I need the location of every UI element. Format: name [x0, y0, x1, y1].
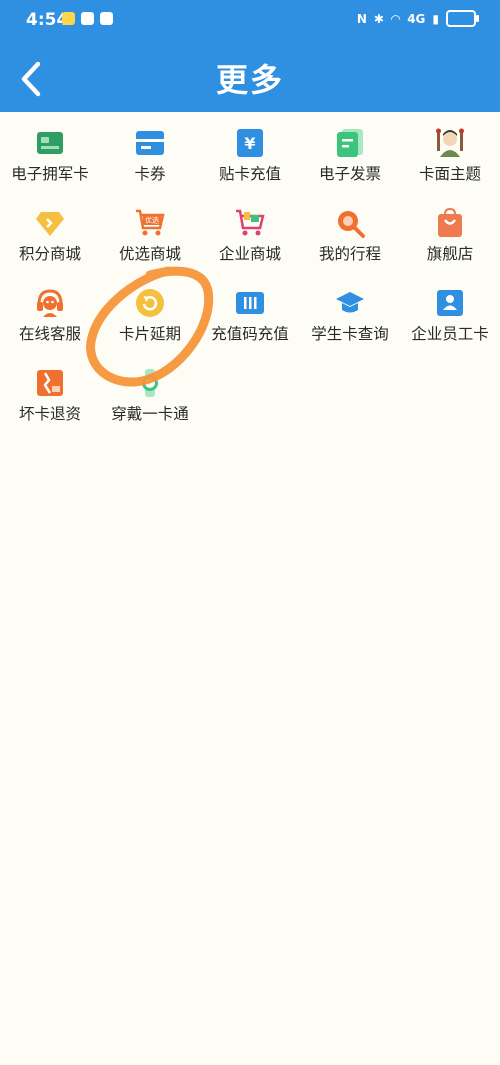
- status-bar: 4:54 N ✱ ◠ 4G ▮: [0, 0, 500, 38]
- service-item-preferred-mall[interactable]: 优选 优选商城: [100, 200, 200, 280]
- service-item-label: 企业员工卡: [411, 325, 489, 343]
- search-trip-icon: [335, 208, 365, 238]
- svg-text:¥: ¥: [244, 134, 255, 153]
- service-item-label: 卡券: [134, 165, 166, 183]
- shopping-cart-icon: 优选: [135, 208, 165, 238]
- broken-card-icon: [35, 368, 65, 398]
- service-item-label: 卡面主题: [418, 165, 481, 183]
- service-item-label: 在线客服: [18, 325, 81, 343]
- nfc-icon: N: [356, 11, 367, 26]
- invoice-icon: [335, 128, 365, 158]
- status-indicators: N ✱ ◠ 4G ▮: [356, 10, 479, 27]
- service-item-wearable-card[interactable]: 穿戴一卡通: [100, 360, 200, 440]
- app-notification-icon: [100, 12, 113, 25]
- service-item-online-support[interactable]: 在线客服: [0, 280, 100, 360]
- service-grid: 电子拥军卡 卡券 ¥ 贴卡充值 电子发票 卡面主题 积分商城 优选 优选商城 企…: [0, 120, 500, 440]
- watch-icon: [135, 368, 165, 398]
- network-label: 4G: [407, 11, 426, 26]
- enterprise-cart-icon: [235, 208, 265, 238]
- service-item-label: 积分商城: [18, 245, 81, 263]
- svg-text:优选: 优选: [145, 216, 159, 225]
- service-item-flagship-store[interactable]: 旗舰店: [400, 200, 500, 280]
- service-item-label: 旗舰店: [426, 245, 474, 263]
- refresh-icon: [135, 288, 165, 318]
- service-item-topup-code[interactable]: 充值码充值: [200, 280, 300, 360]
- service-item-invoice[interactable]: 电子发票: [300, 120, 400, 200]
- service-item-label: 充值码充值: [211, 325, 289, 343]
- service-item-label: 坏卡退资: [18, 405, 81, 423]
- service-item-employee-card[interactable]: 企业员工卡: [400, 280, 500, 360]
- service-item-label: 电子发票: [318, 165, 381, 183]
- military-card-icon: [35, 128, 65, 158]
- service-item-points-mall[interactable]: 积分商城: [0, 200, 100, 280]
- service-item-label: 优选商城: [118, 245, 181, 263]
- diamond-icon: [35, 208, 65, 238]
- weibo-notification-icon: [62, 12, 75, 25]
- header-bar: 4:54 N ✱ ◠ 4G ▮ 更多: [0, 0, 500, 112]
- service-item-card-theme[interactable]: 卡面主题: [400, 120, 500, 200]
- grid-row: 坏卡退资 穿戴一卡通: [0, 360, 500, 440]
- service-item-label: 卡片延期: [118, 325, 181, 343]
- grid-row: 在线客服 卡片延期 充值码充值 学生卡查询 企业员工卡: [0, 280, 500, 360]
- service-item-my-trips[interactable]: 我的行程: [300, 200, 400, 280]
- page-title: 更多: [215, 61, 284, 99]
- service-item-enterprise-mall[interactable]: 企业商城: [200, 200, 300, 280]
- yen-topup-icon: ¥: [235, 128, 265, 158]
- service-item-student-card[interactable]: 学生卡查询: [300, 280, 400, 360]
- signal-icon: ▮: [432, 11, 439, 26]
- service-item-broken-card-refund[interactable]: 坏卡退资: [0, 360, 100, 440]
- service-item-label: 电子拥军卡: [11, 165, 89, 183]
- bluetooth-icon: ✱: [373, 11, 384, 26]
- graduation-cap-icon: [335, 288, 365, 318]
- notification-icons: [62, 12, 113, 25]
- service-item-label: 穿戴一卡通: [111, 405, 189, 423]
- coupon-icon: [135, 128, 165, 158]
- headset-icon: [35, 288, 65, 318]
- grid-row: 电子拥军卡 卡券 ¥ 贴卡充值 电子发票 卡面主题: [0, 120, 500, 200]
- service-item-label: 我的行程: [318, 245, 381, 263]
- grid-row: 积分商城 优选 优选商城 企业商城 我的行程 旗舰店: [0, 200, 500, 280]
- service-item-label: 学生卡查询: [311, 325, 389, 343]
- battery-icon: [446, 10, 479, 27]
- shopping-bag-icon: [435, 207, 465, 238]
- service-item-coupon[interactable]: 卡券: [100, 120, 200, 200]
- service-item-label: 贴卡充值: [218, 165, 281, 183]
- service-item-topup[interactable]: ¥ 贴卡充值: [200, 120, 300, 200]
- service-item-label: 企业商城: [218, 245, 281, 263]
- employee-card-icon: [435, 288, 465, 318]
- service-item-military-card[interactable]: 电子拥军卡: [0, 120, 100, 200]
- theme-avatar-icon: [435, 128, 465, 158]
- message-notification-icon: [81, 12, 94, 25]
- service-item-card-extension[interactable]: 卡片延期: [100, 280, 200, 360]
- topup-code-icon: [235, 288, 265, 318]
- wifi-icon: ◠: [390, 11, 401, 26]
